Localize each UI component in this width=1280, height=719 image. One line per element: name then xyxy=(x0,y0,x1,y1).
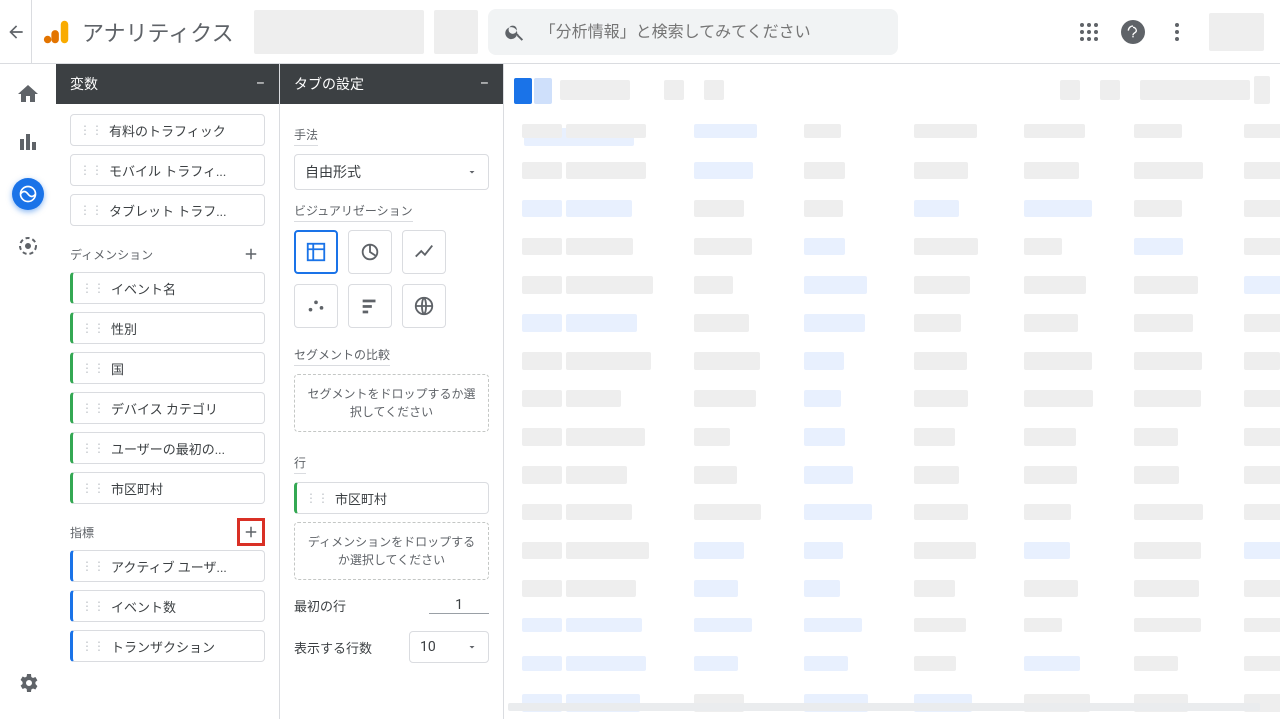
show-rows-select[interactable]: 10 xyxy=(409,631,489,663)
drag-grip-icon: ⋮⋮ xyxy=(79,163,103,177)
technique-label: 手法 xyxy=(294,126,318,146)
viz-geo-icon[interactable] xyxy=(402,284,446,328)
nav-explore-icon[interactable] xyxy=(12,178,44,210)
segment-compare-label: セグメントの比較 xyxy=(294,346,390,366)
report-canvas: // generate mosaic grid of blurred block… xyxy=(504,64,1280,719)
drag-grip-icon: ⋮⋮ xyxy=(81,281,105,295)
viz-scatter-icon[interactable] xyxy=(294,284,338,328)
metric-chip[interactable]: ⋮⋮イベント数 xyxy=(70,590,265,622)
app-title: アナリティクス xyxy=(82,16,234,48)
search-icon xyxy=(504,21,526,43)
blurred-region xyxy=(254,10,424,54)
dimension-chip[interactable]: ⋮⋮市区町村 xyxy=(70,472,265,504)
drag-grip-icon: ⋮⋮ xyxy=(81,559,105,573)
back-button[interactable] xyxy=(0,0,32,64)
nav-home-icon[interactable] xyxy=(16,82,40,106)
metric-chip[interactable]: ⋮⋮トランザクション xyxy=(70,630,265,662)
drag-grip-icon: ⋮⋮ xyxy=(79,123,103,137)
rows-label: 行 xyxy=(294,454,306,474)
metric-chip[interactable]: ⋮⋮アクティブ ユーザ... xyxy=(70,550,265,582)
drag-grip-icon: ⋮⋮ xyxy=(81,441,105,455)
segment-drop-zone[interactable]: セグメントをドロップするか選択してください xyxy=(294,374,489,432)
viz-table-icon[interactable] xyxy=(294,230,338,274)
row-drop-zone[interactable]: ディメンションをドロップするか選択してください xyxy=(294,522,489,580)
chevron-down-icon xyxy=(466,166,478,178)
segment-chip[interactable]: ⋮⋮有料のトラフィック xyxy=(70,114,265,146)
drag-grip-icon: ⋮⋮ xyxy=(81,401,105,415)
variables-title: 変数 xyxy=(70,74,98,94)
collapse-tabset-icon[interactable]: – xyxy=(480,76,489,92)
viz-label: ビジュアリゼーション xyxy=(294,202,413,222)
search-input[interactable] xyxy=(540,22,882,41)
apps-icon[interactable] xyxy=(1077,20,1101,44)
chevron-down-icon xyxy=(466,641,478,653)
viz-line-icon[interactable] xyxy=(402,230,446,274)
segment-chip[interactable]: ⋮⋮タブレット トラフ... xyxy=(70,194,265,226)
blurred-region xyxy=(434,10,478,54)
drag-grip-icon: ⋮⋮ xyxy=(81,639,105,653)
technique-select[interactable]: 自由形式 xyxy=(294,154,489,190)
viz-bar-icon[interactable] xyxy=(348,284,392,328)
dimension-chip[interactable]: ⋮⋮国 xyxy=(70,352,265,384)
dimension-chip[interactable]: ⋮⋮性別 xyxy=(70,312,265,344)
help-icon[interactable] xyxy=(1121,20,1145,44)
metrics-label: 指標 xyxy=(70,514,265,550)
show-rows-label: 表示する行数 xyxy=(294,638,372,657)
variables-header: 変数 – xyxy=(56,64,279,104)
first-row-input[interactable]: 1 xyxy=(429,597,489,614)
tabset-header: タブの設定 – xyxy=(280,64,503,104)
drag-grip-icon: ⋮⋮ xyxy=(81,481,105,495)
drag-grip-icon: ⋮⋮ xyxy=(81,599,105,613)
add-dimension-button[interactable] xyxy=(237,240,265,268)
drag-grip-icon: ⋮⋮ xyxy=(79,203,103,217)
segment-chip[interactable]: ⋮⋮モバイル トラフィ... xyxy=(70,154,265,186)
ga-logo-icon xyxy=(42,17,72,47)
dimension-chip[interactable]: ⋮⋮デバイス カテゴリ xyxy=(70,392,265,424)
dimensions-label: ディメンション xyxy=(70,236,265,272)
blurred-region xyxy=(1209,13,1264,51)
add-metric-button[interactable] xyxy=(237,518,265,546)
dimension-chip[interactable]: ⋮⋮ユーザーの最初の... xyxy=(70,432,265,464)
viz-donut-icon[interactable] xyxy=(348,230,392,274)
drag-grip-icon: ⋮⋮ xyxy=(81,321,105,335)
drag-grip-icon: ⋮⋮ xyxy=(81,361,105,375)
tabset-title: タブの設定 xyxy=(294,74,364,94)
collapse-variables-icon[interactable]: – xyxy=(256,76,265,92)
nav-reports-icon[interactable] xyxy=(16,130,40,154)
more-icon[interactable] xyxy=(1165,20,1189,44)
first-row-label: 最初の行 xyxy=(294,596,346,615)
search-box[interactable] xyxy=(488,9,898,55)
drag-grip-icon: ⋮⋮ xyxy=(305,491,329,505)
nav-admin-icon[interactable] xyxy=(16,671,40,695)
dimension-chip[interactable]: ⋮⋮イベント名 xyxy=(70,272,265,304)
nav-advertising-icon[interactable] xyxy=(16,234,40,258)
row-dimension-chip[interactable]: ⋮⋮市区町村 xyxy=(294,482,489,514)
